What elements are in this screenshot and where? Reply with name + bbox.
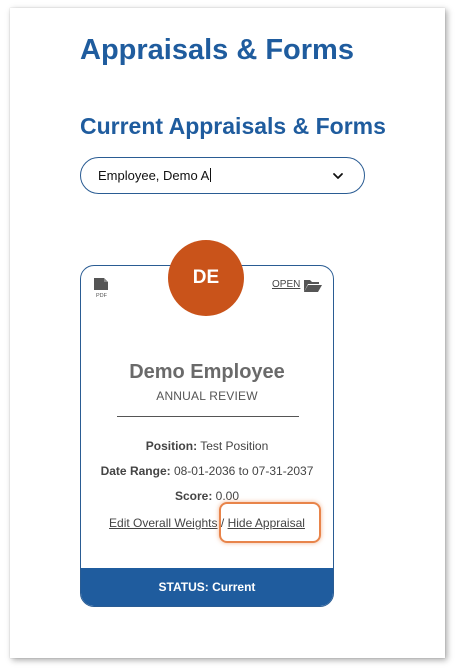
divider xyxy=(117,416,299,417)
position-value: Test Position xyxy=(200,439,269,453)
section-title: Current Appraisals & Forms xyxy=(80,113,386,139)
pdf-icon-label: PDF xyxy=(96,293,108,299)
date-range-value: 08-01-2036 to 07-31-2037 xyxy=(173,464,314,478)
review-type: ANNUAL REVIEW xyxy=(156,389,258,403)
status-bar: STATUS: Current xyxy=(81,568,333,606)
pdf-file-icon[interactable]: PDF xyxy=(93,277,111,299)
hide-appraisal-link[interactable]: Hide Appraisal xyxy=(228,516,305,530)
chevron-down-icon[interactable] xyxy=(332,170,344,182)
score-row: Score: 0.00 xyxy=(81,489,333,503)
employee-select[interactable]: Employee, Demo A xyxy=(80,157,365,194)
employee-select-value: Employee, Demo A xyxy=(98,168,212,183)
employee-name: Demo Employee xyxy=(129,361,285,383)
position-label: Position: xyxy=(145,439,198,453)
card-actions: Edit Overall Weights / Hide Appraisal xyxy=(81,516,333,530)
score-label: Score: xyxy=(174,489,213,503)
date-range-label: Date Range: xyxy=(100,464,171,478)
date-range-row: Date Range: 08-01-2036 to 07-31-2037 xyxy=(81,464,333,478)
text-cursor xyxy=(210,168,212,182)
folder-open-icon[interactable] xyxy=(303,278,323,293)
action-separator: / xyxy=(220,516,225,530)
edit-overall-weights-link[interactable]: Edit Overall Weights xyxy=(109,516,218,530)
avatar: DE xyxy=(168,240,244,316)
appraisal-card: PDF OPEN Demo Employee ANNUAL REVIEW Pos… xyxy=(80,265,334,607)
page-title: Appraisals & Forms xyxy=(80,34,354,66)
open-link[interactable]: OPEN xyxy=(272,279,300,290)
score-value: 0.00 xyxy=(215,489,240,503)
position-row: Position: Test Position xyxy=(81,439,333,453)
